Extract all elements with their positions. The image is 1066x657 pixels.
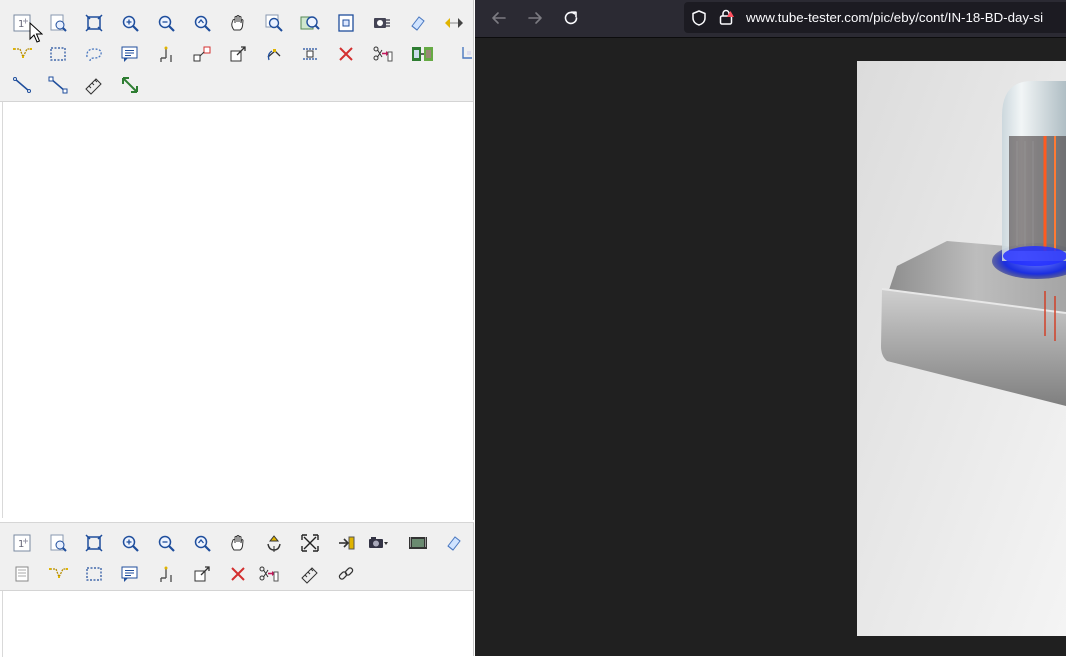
zoom-fit-page-icon[interactable] <box>47 12 69 34</box>
object-info-icon[interactable] <box>371 12 393 34</box>
zoom-previous-icon[interactable] <box>191 532 213 554</box>
site-security-button[interactable] <box>718 8 734 26</box>
recycle-icon[interactable] <box>263 532 285 554</box>
shield-icon <box>692 10 706 26</box>
delete-icon[interactable] <box>227 563 249 585</box>
zoom-fit-page-icon[interactable] <box>47 532 69 554</box>
zoom-previous-icon[interactable] <box>191 12 213 34</box>
top-toolbar: 1 <box>0 0 473 102</box>
film-transfer-icon[interactable] <box>411 43 433 65</box>
text-label-icon[interactable] <box>119 563 141 585</box>
cut-paste-icon[interactable] <box>257 563 279 585</box>
eraser-icon[interactable] <box>443 532 465 554</box>
text-label-icon[interactable] <box>119 43 141 65</box>
back-button[interactable] <box>486 6 512 30</box>
lasso-select-icon[interactable] <box>83 43 105 65</box>
zoom-in-icon[interactable] <box>119 12 141 34</box>
node-edit-icon[interactable] <box>155 563 177 585</box>
polyline-select-icon[interactable] <box>11 43 33 65</box>
top-pane: 1 <box>0 0 474 520</box>
pan-hand-icon[interactable] <box>227 12 249 34</box>
browser-window: www.tube-tester.com/pic/eby/cont/IN-18-B… <box>475 0 1066 656</box>
scale-icon[interactable] <box>191 563 213 585</box>
rect-select-icon[interactable] <box>47 43 69 65</box>
zoom-selection-icon[interactable] <box>335 12 357 34</box>
ruler-icon[interactable] <box>83 74 105 96</box>
export-icon[interactable] <box>335 532 357 554</box>
arrow-left-icon <box>492 12 506 24</box>
image-viewer-app: 1 1 <box>0 0 474 657</box>
tracking-protection-button[interactable] <box>690 9 708 27</box>
zoom-window-icon[interactable] <box>263 12 285 34</box>
layers-icon[interactable] <box>11 563 33 585</box>
ruler-icon[interactable] <box>299 563 321 585</box>
navigation-toolbar: www.tube-tester.com/pic/eby/cont/IN-18-B… <box>475 0 1066 38</box>
bottom-toolbar: 1 <box>0 523 473 591</box>
link-icon[interactable] <box>335 563 357 585</box>
zoom-out-icon[interactable] <box>155 12 177 34</box>
zoom-extents-icon[interactable] <box>83 12 105 34</box>
film-icon[interactable] <box>407 532 429 554</box>
reload-icon <box>564 11 578 25</box>
align-icon[interactable] <box>299 43 321 65</box>
line-draw-2-icon[interactable] <box>47 74 69 96</box>
rotate-icon[interactable] <box>263 43 285 65</box>
eraser-icon[interactable] <box>407 12 429 34</box>
delete-icon[interactable] <box>335 43 357 65</box>
zoom-extents-icon[interactable] <box>83 532 105 554</box>
polyline-select-icon[interactable] <box>47 563 69 585</box>
scale-icon[interactable] <box>227 43 249 65</box>
zoom-out-icon[interactable] <box>155 532 177 554</box>
bottom-pane: 1 <box>0 522 474 657</box>
rect-select-icon[interactable] <box>83 563 105 585</box>
zoom-image-icon[interactable] <box>299 12 321 34</box>
measure-arrow-icon[interactable] <box>119 74 141 96</box>
cut-paste-icon[interactable] <box>371 43 393 65</box>
zoom-1to1-icon[interactable]: 1 <box>11 12 33 34</box>
fit-all-icon[interactable] <box>299 532 321 554</box>
url-text: www.tube-tester.com/pic/eby/cont/IN-18-B… <box>746 10 1044 25</box>
line-draw-icon[interactable] <box>11 74 33 96</box>
zoom-1to1-icon[interactable]: 1 <box>11 532 33 554</box>
zoom-in-icon[interactable] <box>119 532 141 554</box>
node-edit-icon[interactable] <box>155 43 177 65</box>
lock-warning-icon <box>719 9 734 25</box>
reload-button[interactable] <box>558 6 584 30</box>
nixie-tube-image <box>857 61 1066 636</box>
camera-dropdown-icon[interactable] <box>367 532 389 554</box>
resize-horizontal-icon[interactable] <box>443 12 465 34</box>
bottom-pane-canvas[interactable] <box>3 591 473 657</box>
address-bar[interactable]: www.tube-tester.com/pic/eby/cont/IN-18-B… <box>684 2 1066 33</box>
nixie-tube-photo <box>857 61 1066 636</box>
connect-icon[interactable] <box>191 43 213 65</box>
page-content <box>475 38 1066 656</box>
pan-hand-icon[interactable] <box>227 532 249 554</box>
forward-button[interactable] <box>522 6 548 30</box>
arrow-right-icon <box>528 12 542 24</box>
top-pane-canvas[interactable] <box>3 102 473 518</box>
